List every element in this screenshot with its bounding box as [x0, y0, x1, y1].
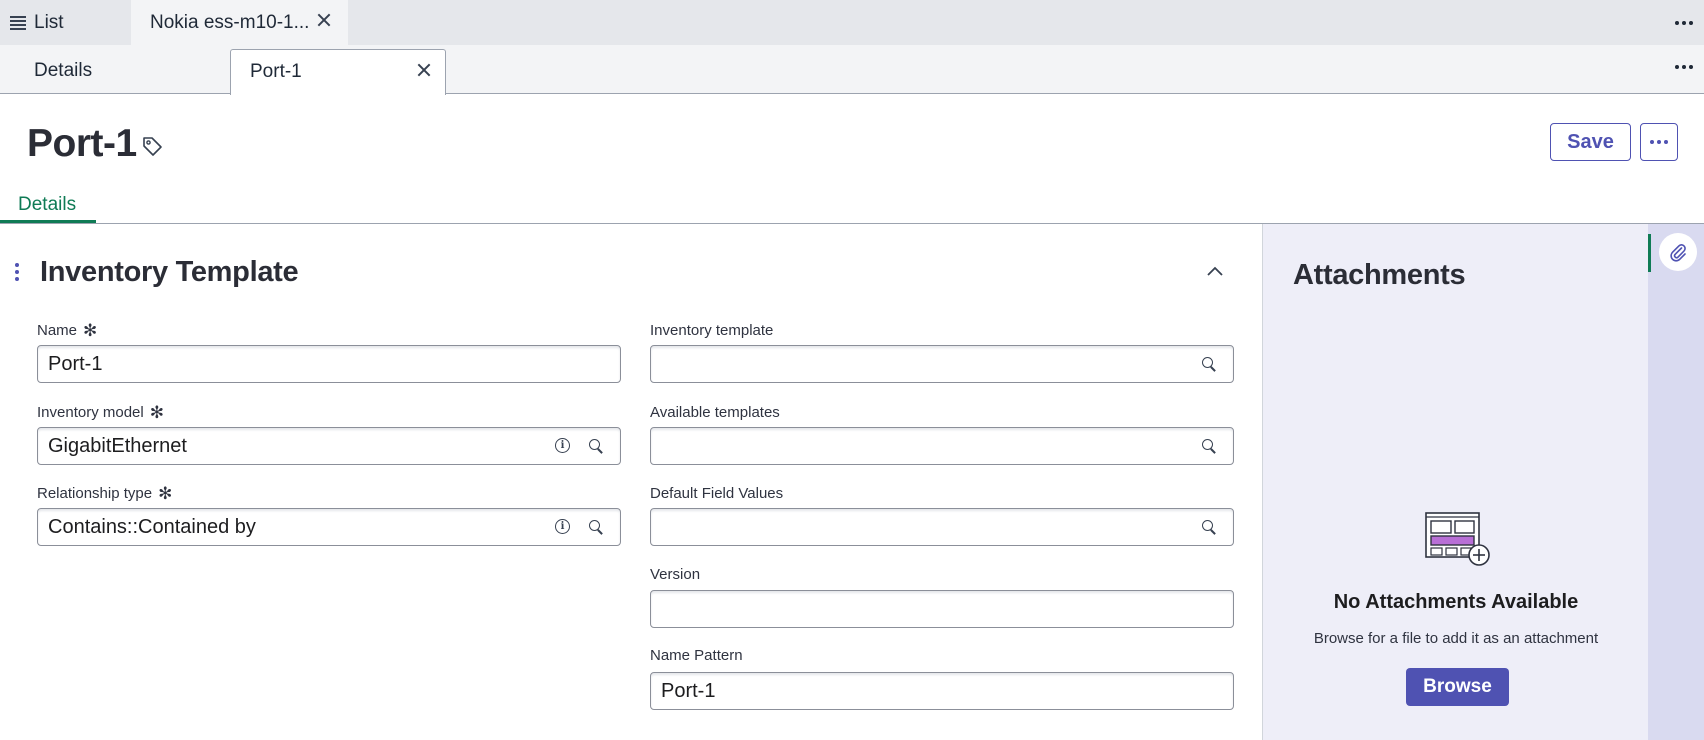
search-icon[interactable]: [1201, 356, 1217, 372]
close-icon[interactable]: [417, 63, 431, 77]
close-icon[interactable]: [317, 13, 331, 27]
relationship-type-field[interactable]: Contains::Contained by i: [37, 508, 621, 546]
version-label: Version: [650, 566, 701, 583]
more-horizontal-icon[interactable]: [1675, 65, 1693, 69]
name-value: Port-1: [48, 353, 103, 375]
inventory-model-field[interactable]: GigabitEthernet i: [37, 427, 621, 465]
page-title: Port-1: [27, 122, 137, 165]
attachments-panel: Attachments No Attachments Available Bro…: [1262, 224, 1648, 740]
tab-record[interactable]: Nokia ess-m10-1...: [131, 0, 348, 45]
paperclip-icon: [1670, 244, 1686, 262]
available-templates-label: Available templates: [650, 404, 780, 421]
more-horizontal-icon: [1650, 140, 1668, 144]
inventory-model-label: Inventory model ✻: [37, 403, 164, 422]
tab-record-label: Nokia ess-m10-1...: [150, 11, 310, 33]
sub-tab-bar: Details Port-1: [0, 45, 1704, 95]
relationship-type-value: Contains::Contained by: [48, 516, 256, 538]
info-icon[interactable]: i: [555, 438, 570, 453]
info-icon[interactable]: i: [555, 519, 570, 534]
rail-active-indicator: [1648, 234, 1651, 272]
relationship-type-label: Relationship type ✻: [37, 484, 173, 503]
browse-hint: Browse for a file to add it as an attach…: [1313, 630, 1599, 647]
version-field[interactable]: [650, 590, 1234, 628]
name-pattern-field[interactable]: Port-1: [650, 672, 1234, 710]
inventory-model-value: GigabitEthernet: [48, 435, 187, 457]
available-templates-field[interactable]: [650, 427, 1234, 465]
top-tab-bar: List Nokia ess-m10-1...: [0, 0, 1704, 45]
search-icon[interactable]: [1201, 519, 1217, 535]
tab-list-label: List: [34, 11, 64, 33]
name-label: Name ✻: [37, 321, 98, 340]
side-rail: [1648, 224, 1704, 740]
tag-icon[interactable]: [141, 135, 163, 157]
subtab-port[interactable]: Port-1: [230, 49, 446, 95]
section-title: Inventory Template: [40, 256, 299, 288]
required-icon: ✻: [149, 403, 164, 422]
no-attachments-title: No Attachments Available: [1333, 591, 1579, 613]
list-icon: [10, 15, 26, 30]
default-field-values-label: Default Field Values: [650, 485, 784, 502]
more-actions-button[interactable]: [1640, 123, 1678, 161]
required-icon: ✻: [83, 321, 98, 340]
default-field-values-field[interactable]: [650, 508, 1234, 546]
tab-list[interactable]: List: [0, 0, 130, 45]
required-icon: ✻: [158, 484, 173, 503]
chevron-up-icon[interactable]: [1206, 265, 1224, 277]
save-button[interactable]: Save: [1550, 123, 1631, 161]
search-icon[interactable]: [588, 438, 604, 454]
more-horizontal-icon[interactable]: [1675, 21, 1693, 25]
drag-handle-icon[interactable]: [15, 263, 19, 281]
name-pattern-value: Port-1: [661, 680, 716, 702]
form-tab-details[interactable]: Details: [0, 188, 96, 224]
search-icon[interactable]: [588, 519, 604, 535]
browse-button[interactable]: Browse: [1406, 668, 1509, 706]
attachments-toggle-button[interactable]: [1659, 233, 1697, 271]
name-field[interactable]: Port-1: [37, 345, 621, 383]
inventory-template-field[interactable]: [650, 345, 1234, 383]
subtab-port-label: Port-1: [250, 61, 302, 82]
form-tab-details-label: Details: [18, 194, 77, 215]
subtab-details[interactable]: Details: [34, 60, 92, 82]
inventory-template-label: Inventory template: [650, 322, 774, 339]
search-icon[interactable]: [1201, 438, 1217, 454]
attachment-placeholder-icon: [1425, 512, 1490, 566]
attachments-title: Attachments: [1293, 259, 1466, 291]
name-pattern-label: Name Pattern: [650, 647, 743, 664]
